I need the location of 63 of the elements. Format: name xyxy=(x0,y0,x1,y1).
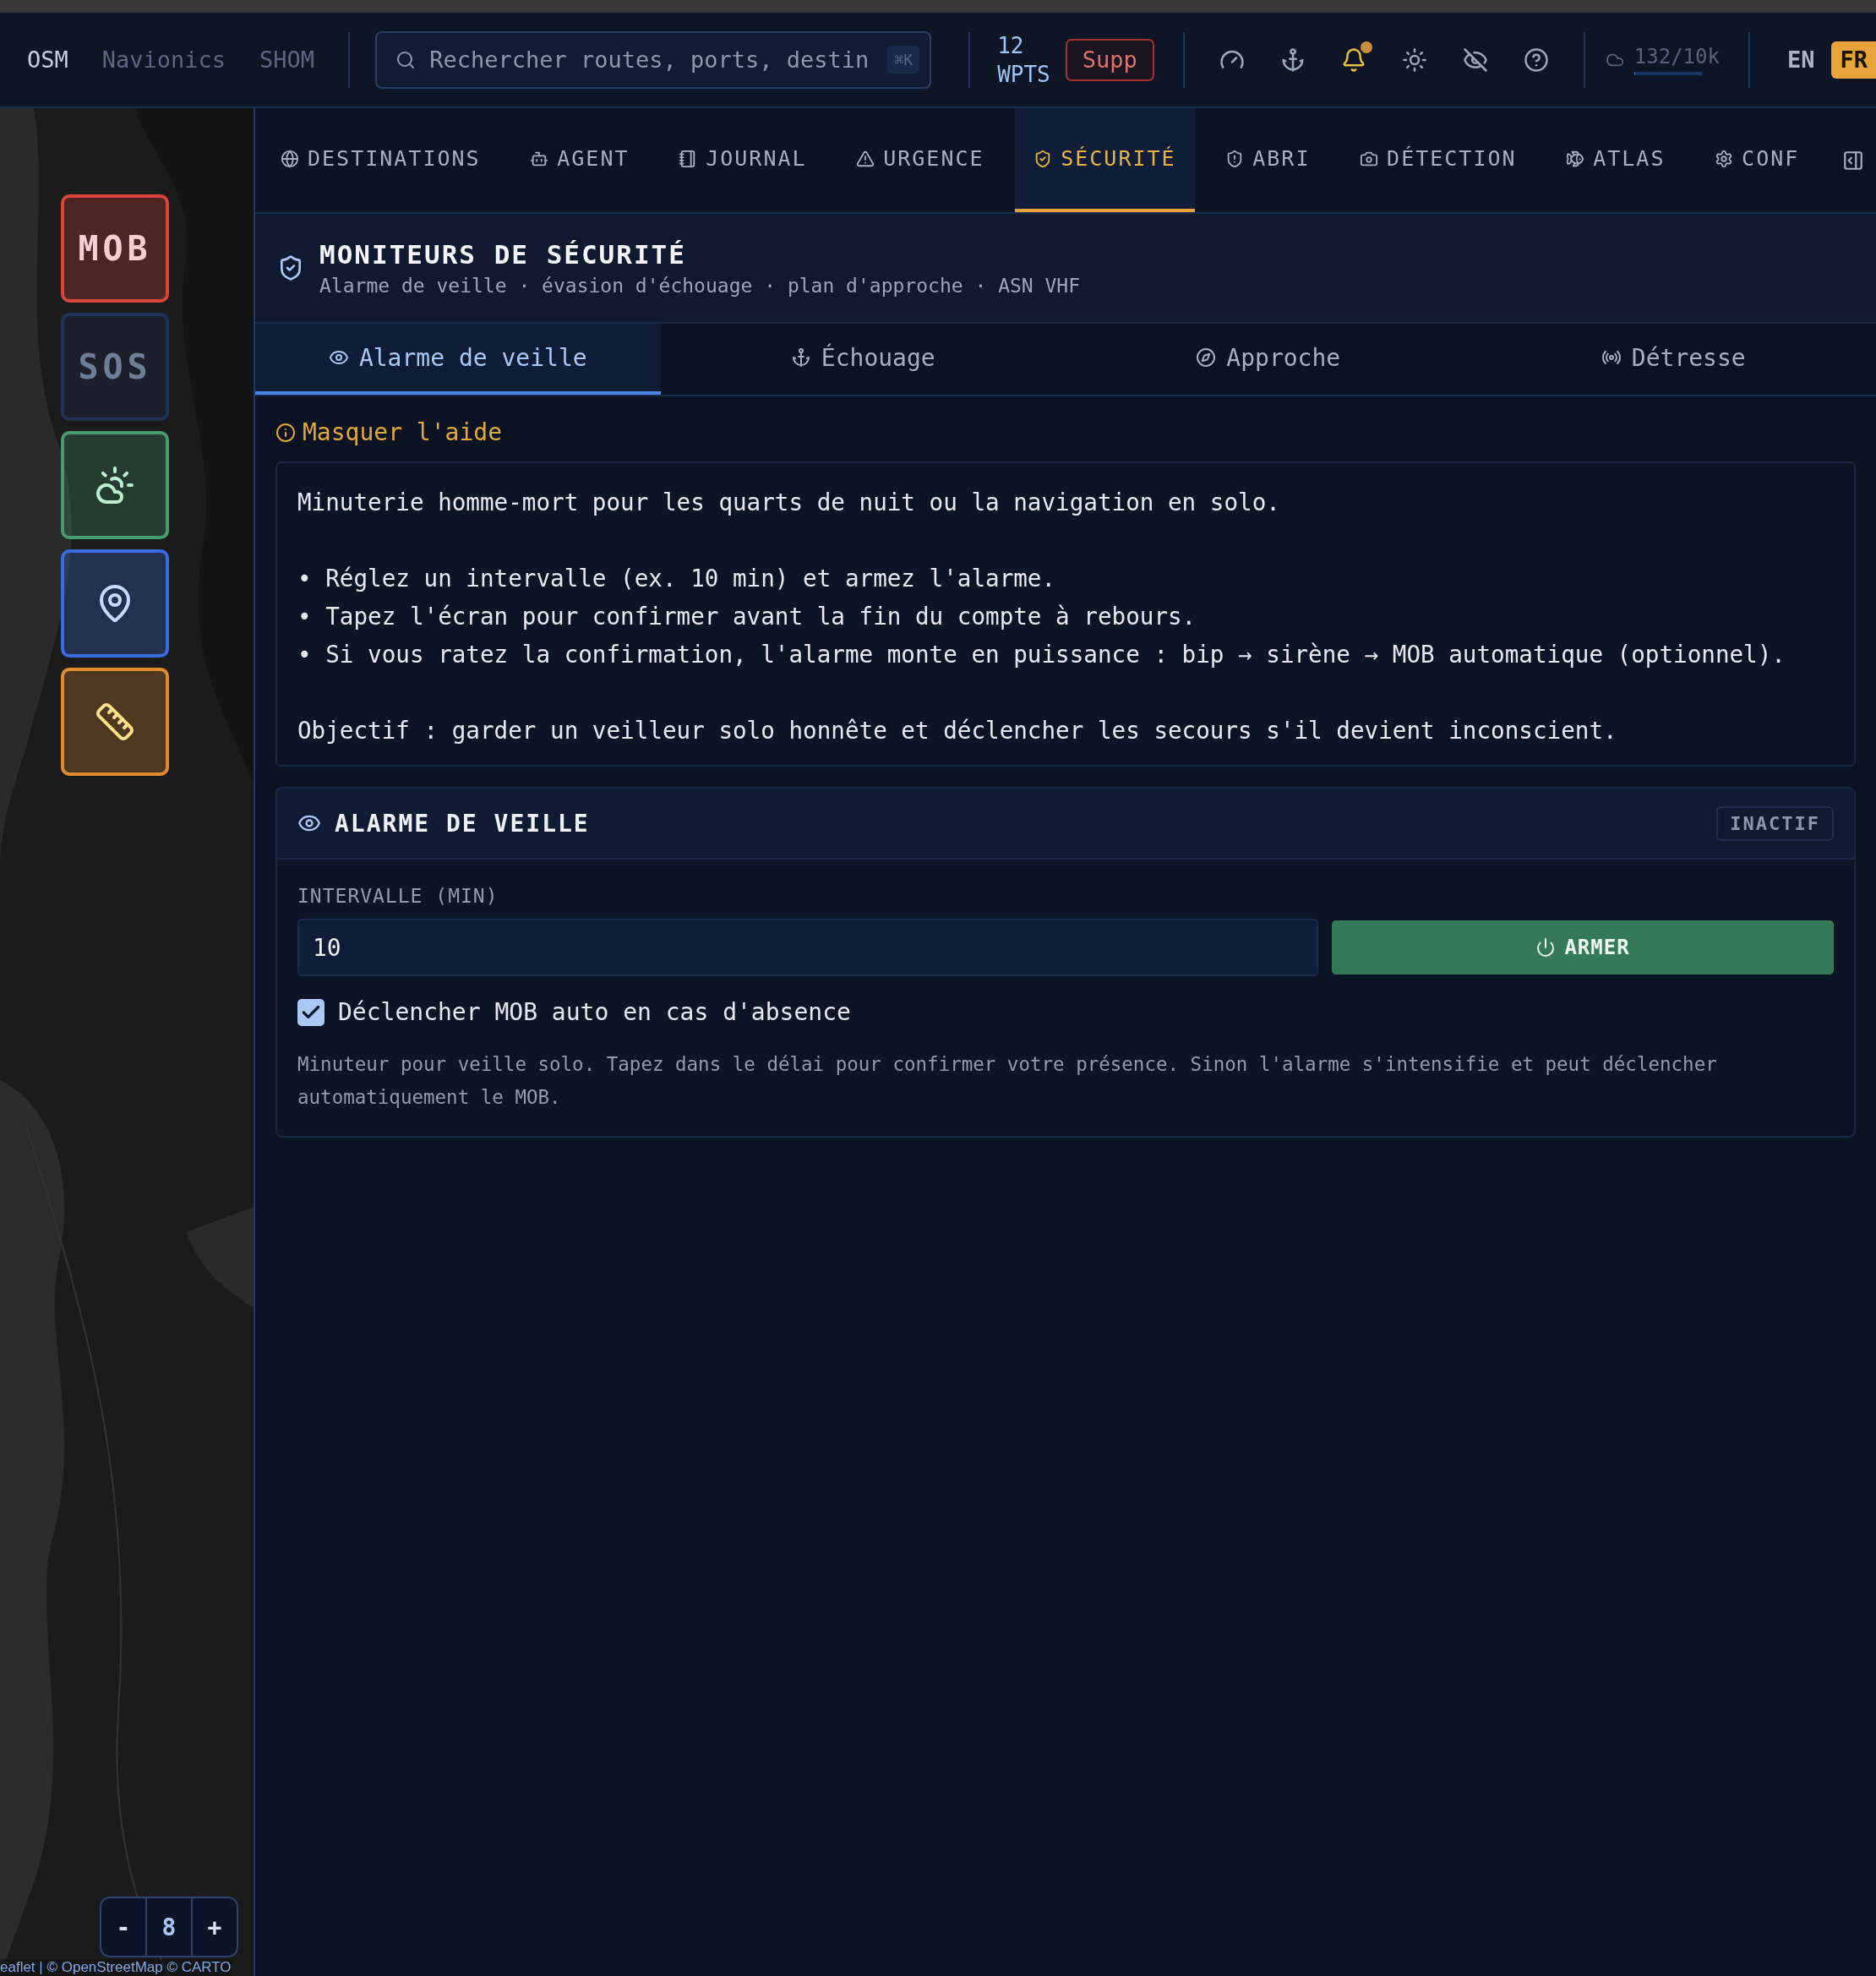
map-attribution: eaflet | © OpenStreetMap © CARTO xyxy=(0,1959,232,1976)
nav-tab[interactable]: AGENT xyxy=(511,108,648,212)
nav-tab[interactable]: DÉTECTION xyxy=(1341,108,1535,212)
interval-input[interactable]: 10 xyxy=(297,919,1318,976)
nav-tab[interactable]: SÉCURITÉ xyxy=(1015,108,1195,212)
globe-icon xyxy=(281,149,299,168)
help-bullet: • Tapez l'écran pour confirmer avant la fin du compte à rebours. xyxy=(297,602,1197,632)
sub-tab[interactable]: Approche xyxy=(1066,324,1471,395)
help-bullet: • Réglez un intervalle (ex. 10 min) et armez l'alarme. xyxy=(297,564,1057,594)
notification-dot xyxy=(1360,41,1372,53)
card-title: ALARME DE VEILLE xyxy=(335,809,591,838)
settings-icon xyxy=(1715,149,1734,168)
checkbox[interactable] xyxy=(297,998,324,1026)
power-icon xyxy=(1535,937,1557,958)
compass-icon xyxy=(1196,347,1217,368)
sub-tab[interactable]: Échouage xyxy=(660,324,1066,395)
help-text: Minuterie homme-mort pour les quarts de nuit ou la navigation en solo. xyxy=(297,488,1281,518)
language-option[interactable]: FR xyxy=(1831,41,1876,79)
weather-button[interactable] xyxy=(61,431,169,539)
nav-tab[interactable]: CONF xyxy=(1696,108,1819,212)
help-text: Objectif : garder un veilleur solo honnête et déclencher les secours s'il devient inconscient. xyxy=(297,716,1618,746)
zoom-in-button[interactable]: + xyxy=(193,1898,237,1956)
status-badge: INACTIF xyxy=(1716,805,1834,841)
help-icon xyxy=(1523,46,1549,73)
zoom-out-button[interactable]: - xyxy=(101,1898,145,1956)
language-option[interactable]: EN xyxy=(1778,41,1824,79)
waypoint-unit: WPTS xyxy=(997,60,1050,89)
map-action-button[interactable]: MOB xyxy=(61,194,169,303)
measure-button[interactable] xyxy=(61,668,169,776)
quota-reading: 132/10k xyxy=(1633,44,1720,68)
waypoint-count: 12 xyxy=(997,31,1025,60)
zoom-level: 8 xyxy=(145,1898,193,1956)
nav-tab[interactable]: DESTINATIONS xyxy=(262,108,499,212)
nav-tab[interactable]: ABRI xyxy=(1207,108,1329,212)
cloud-sun-icon xyxy=(95,465,135,505)
sub-tab[interactable]: Alarme de veille xyxy=(255,324,661,395)
anchor-icon xyxy=(790,347,811,368)
search-icon xyxy=(395,49,417,70)
location-button[interactable] xyxy=(61,549,169,658)
nav-tab[interactable]: URGENCE xyxy=(837,108,1003,212)
checkbox-label: Déclencher MOB auto en cas d'absence xyxy=(338,998,851,1026)
nav-tab[interactable]: JOURNAL xyxy=(660,108,826,212)
side-panel-icon xyxy=(1841,149,1864,172)
delete-button[interactable]: Supp xyxy=(1065,38,1154,81)
field-label: INTERVALLE (MIN) xyxy=(297,885,499,907)
panel-subtitle: Alarme de veille · évasion d'échouage · plan d'approche · ASN VHF xyxy=(319,275,1081,297)
panel-title: MONITEURS DE SÉCURITÉ xyxy=(319,239,687,270)
map-layer-option[interactable]: OSM xyxy=(27,46,68,73)
warning-icon xyxy=(856,149,875,168)
help-note: Minuteur pour veille solo. Tapez dans le délai pour confirmer votre présence. Sinon l'alarme s'intensifie et peut déclencher automatiquement le MOB. xyxy=(297,1052,1718,1110)
ruler-icon xyxy=(95,701,135,742)
nav-tab[interactable]: ATLAS xyxy=(1547,108,1684,212)
eye-off-icon xyxy=(1462,46,1488,73)
info-icon xyxy=(275,422,296,443)
shortcut-hint: ⌘K xyxy=(887,46,920,74)
help-bullet: • Si vous ratez la confirmation, l'alarme monte en puissance : bip → sirène → MOB automatique (optionnel). xyxy=(297,640,1786,670)
help-toggle-link[interactable]: Masquer l'aide xyxy=(275,418,502,446)
search-input[interactable]: Rechercher routes, ports, destin xyxy=(428,46,876,74)
arm-button[interactable]: ARMER xyxy=(1332,920,1834,974)
sub-tab[interactable]: Détresse xyxy=(1470,324,1876,395)
sun-icon xyxy=(1401,46,1427,73)
map-action-button[interactable]: SOS xyxy=(61,313,169,421)
fish-icon xyxy=(1566,149,1585,168)
